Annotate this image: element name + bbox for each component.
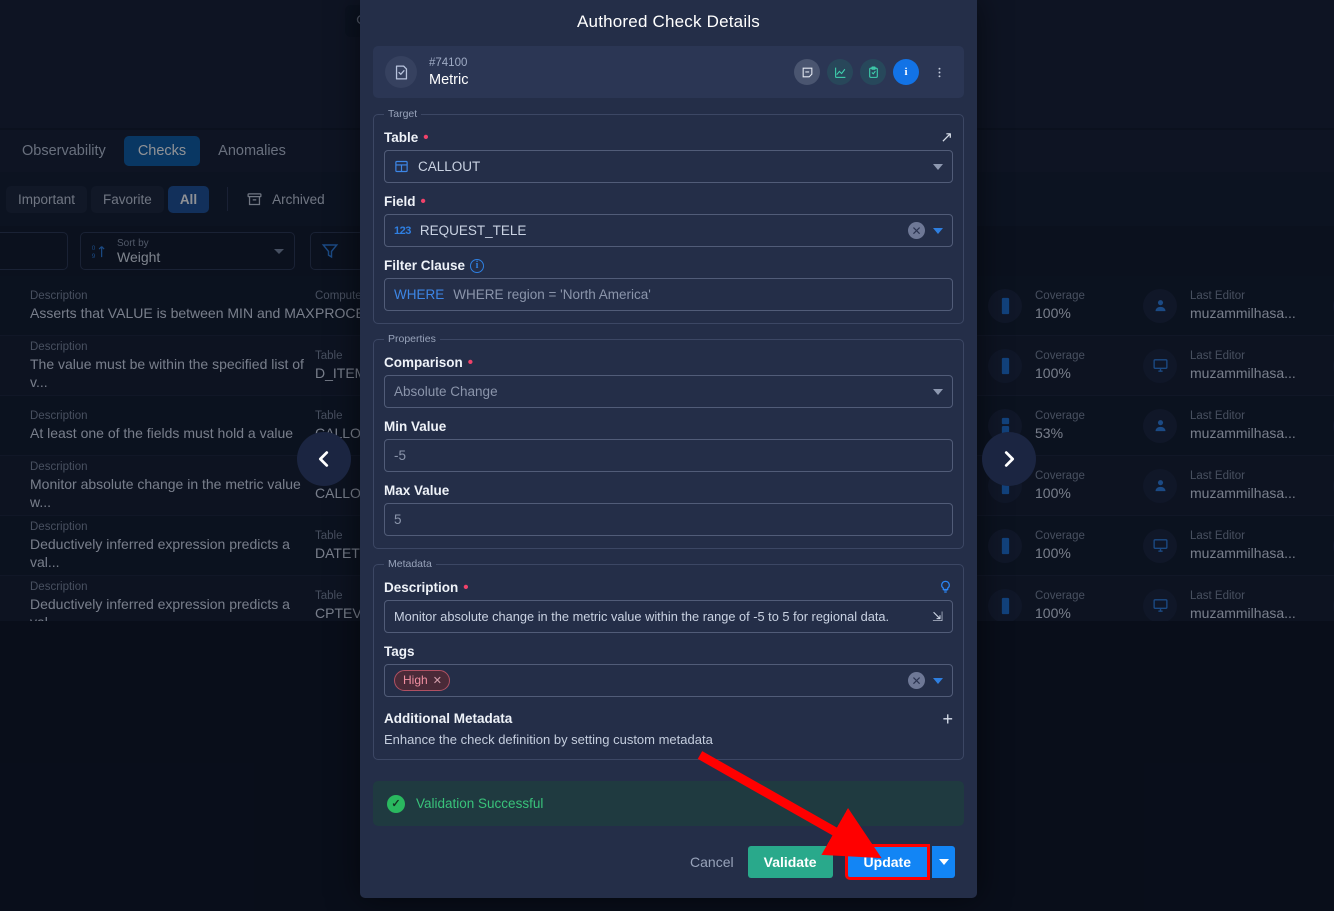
field-label: Field • bbox=[384, 192, 426, 210]
tags-select[interactable]: High ✕ ✕ bbox=[384, 664, 953, 697]
additional-metadata-subtitle: Enhance the check definition by setting … bbox=[384, 732, 713, 747]
comparison-select[interactable]: Absolute Change bbox=[384, 375, 953, 408]
target-section: Target Table • ↗ CALLOUT Field • 123 REQ… bbox=[373, 108, 964, 324]
plus-icon[interactable]: + bbox=[942, 710, 953, 728]
chevron-down-icon bbox=[933, 163, 943, 170]
comparison-value: Absolute Change bbox=[394, 384, 498, 399]
kebab-menu-icon[interactable] bbox=[926, 59, 952, 85]
field-select[interactable]: 123 REQUEST_TELE ✕ bbox=[384, 214, 953, 247]
max-value-label: Max Value bbox=[384, 483, 450, 498]
dialog-footer: Cancel Validate Update bbox=[360, 826, 977, 898]
table-grid-icon bbox=[395, 160, 408, 173]
cancel-button[interactable]: Cancel bbox=[690, 854, 734, 870]
lightbulb-icon[interactable] bbox=[938, 579, 953, 595]
check-type: Metric bbox=[429, 71, 469, 88]
metadata-legend: Metadata bbox=[388, 558, 432, 570]
filter-clause-input[interactable]: WHERE WHERE region = 'North America' bbox=[384, 278, 953, 311]
min-value-label: Min Value bbox=[384, 419, 447, 434]
update-split-button[interactable] bbox=[932, 846, 955, 878]
nav-prev-button[interactable] bbox=[297, 432, 351, 486]
note-icon[interactable] bbox=[794, 59, 820, 85]
chevron-right-icon bbox=[1004, 451, 1015, 467]
chevron-down-icon bbox=[933, 677, 943, 684]
comparison-label: Comparison • bbox=[384, 353, 474, 371]
tag-chip[interactable]: High ✕ bbox=[394, 670, 450, 691]
expand-arrow-icon[interactable]: ↗ bbox=[940, 128, 953, 146]
authored-check-details-dialog: Authored Check Details #74100 Metric i T… bbox=[360, 0, 977, 898]
check-document-icon bbox=[385, 56, 417, 88]
validation-status-text: Validation Successful bbox=[416, 796, 544, 811]
max-value-text: 5 bbox=[394, 512, 402, 527]
clear-field-button[interactable]: ✕ bbox=[908, 222, 925, 239]
min-value-input[interactable]: -5 bbox=[384, 439, 953, 472]
validation-banner: ✓ Validation Successful bbox=[373, 781, 964, 826]
additional-metadata-title: Additional Metadata bbox=[384, 711, 513, 726]
dialog-title: Authored Check Details bbox=[577, 12, 760, 31]
target-legend: Target bbox=[388, 108, 418, 120]
nav-next-button[interactable] bbox=[982, 432, 1036, 486]
update-button[interactable]: Update bbox=[844, 844, 931, 880]
table-select[interactable]: CALLOUT bbox=[384, 150, 953, 183]
check-id: #74100 bbox=[429, 56, 468, 69]
metadata-section: Metadata Description • Monitor absolute … bbox=[373, 558, 964, 760]
check-header-actions: i bbox=[794, 59, 952, 85]
required-marker: • bbox=[423, 128, 429, 146]
clipboard-check-icon[interactable] bbox=[860, 59, 886, 85]
chevron-down-icon bbox=[938, 859, 949, 865]
min-value-text: -5 bbox=[394, 448, 407, 463]
required-marker: • bbox=[420, 192, 426, 210]
chevron-down-icon bbox=[933, 388, 943, 395]
chevron-left-icon bbox=[318, 451, 329, 467]
description-input[interactable]: Monitor absolute change in the metric va… bbox=[384, 600, 953, 633]
filter-clause-label: Filter Clause i bbox=[384, 258, 953, 273]
where-prefix: WHERE bbox=[394, 287, 445, 302]
field-value: REQUEST_TELE bbox=[419, 223, 527, 238]
required-marker: • bbox=[463, 578, 469, 596]
line-chart-icon[interactable] bbox=[827, 59, 853, 85]
expand-diagonal-icon[interactable]: ⇲ bbox=[932, 609, 943, 625]
check-summary-header: #74100 Metric i bbox=[373, 46, 964, 98]
table-field-label: Table • bbox=[384, 128, 429, 146]
properties-section: Properties Comparison • Absolute Change … bbox=[373, 333, 964, 549]
description-label: Description • bbox=[384, 578, 469, 596]
chevron-down-icon bbox=[933, 227, 943, 234]
properties-legend: Properties bbox=[388, 333, 436, 345]
tag-label: High bbox=[403, 673, 428, 687]
clear-tags-button[interactable]: ✕ bbox=[908, 672, 925, 689]
max-value-input[interactable]: 5 bbox=[384, 503, 953, 536]
info-icon[interactable]: i bbox=[470, 258, 485, 273]
check-circle-icon: ✓ bbox=[387, 794, 405, 813]
table-value: CALLOUT bbox=[418, 159, 481, 174]
tags-label: Tags bbox=[384, 644, 415, 659]
remove-tag-icon[interactable]: ✕ bbox=[433, 674, 442, 687]
filter-clause-placeholder: WHERE region = 'North America' bbox=[453, 287, 651, 302]
description-text: Monitor absolute change in the metric va… bbox=[394, 609, 890, 624]
info-icon[interactable]: i bbox=[893, 59, 919, 85]
required-marker: • bbox=[467, 353, 474, 371]
123-number-icon: 123 bbox=[394, 224, 411, 237]
validate-button[interactable]: Validate bbox=[747, 846, 833, 878]
